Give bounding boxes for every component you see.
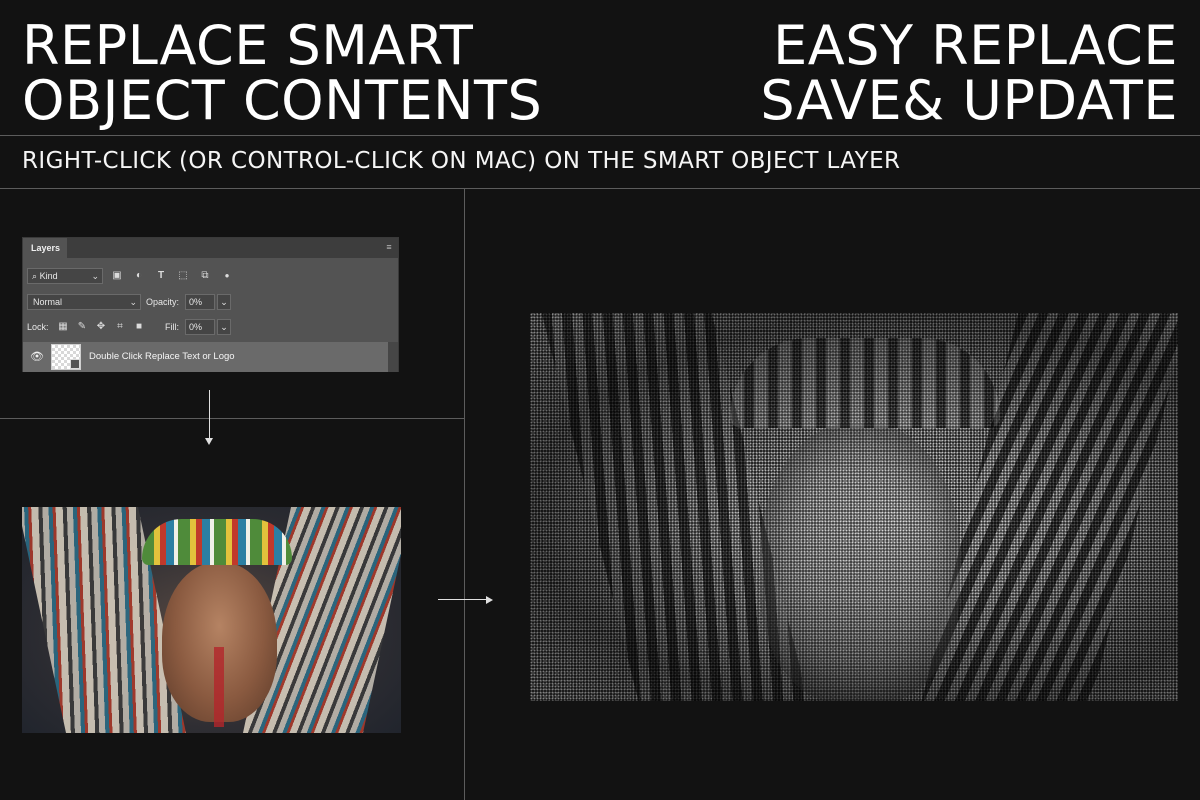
- arrow-down-line: [209, 390, 210, 440]
- eye-icon[interactable]: 👁: [30, 350, 44, 364]
- filter-row: ⌕ Kind ⌄ ▣ ◐ T ⬚ ⧉ ●: [27, 268, 392, 284]
- fill-input[interactable]: 0%: [185, 319, 215, 335]
- blend-mode-select[interactable]: Normal ⌄: [27, 294, 141, 310]
- halftone-vignette: [530, 313, 1178, 701]
- divider-vertical: [464, 188, 465, 800]
- divider-top: [0, 135, 1200, 136]
- face-paint: [214, 647, 224, 727]
- layers-scrollbar[interactable]: [388, 342, 398, 372]
- headline-left: REPLACE SMART OBJECT CONTENTS: [22, 18, 542, 128]
- layer-row[interactable]: 👁 Double Click Replace Text or Logo: [23, 342, 388, 372]
- layer-thumbnail[interactable]: [51, 344, 81, 370]
- toggle-filter-icon[interactable]: ●: [221, 270, 233, 282]
- headline-right-line1: EASY REPLACE: [773, 14, 1178, 77]
- blend-row: Normal ⌄ Opacity: 0% ⌄: [27, 294, 392, 310]
- portrait-halftone-photo: [530, 313, 1178, 701]
- smart-object-badge-icon: [70, 359, 80, 369]
- headline-left-line1: REPLACE SMART: [22, 14, 474, 77]
- type-filter-icon[interactable]: T: [155, 270, 167, 282]
- lock-row: Lock: ▦ ✎ ✥ ⌗ ■ Fill: 0% ⌄: [27, 319, 392, 335]
- arrow-down-icon: [205, 438, 213, 445]
- kind-filter-label: Kind: [39, 271, 58, 281]
- lock-artboard-icon[interactable]: ⌗: [114, 321, 126, 333]
- lock-all-icon[interactable]: ■: [133, 321, 145, 333]
- shape-filter-icon[interactable]: ⬚: [177, 270, 189, 282]
- menu-lines-icon[interactable]: ≡: [384, 243, 394, 252]
- beaded-headband: [142, 519, 292, 565]
- image-filter-icon[interactable]: ▣: [111, 270, 123, 282]
- layers-panel: Layers ≡ ⌕ Kind ⌄ ▣ ◐ T ⬚ ⧉ ● Normal ⌄ O…: [22, 237, 399, 372]
- opacity-input[interactable]: 0%: [185, 294, 215, 310]
- smart-object-filter-icon[interactable]: ⧉: [199, 270, 211, 282]
- tab-layers[interactable]: Layers: [23, 238, 67, 258]
- headline-left-line2: OBJECT CONTENTS: [22, 69, 543, 132]
- panel-tabbar: Layers ≡: [23, 238, 398, 258]
- portrait-color-photo: [22, 507, 401, 733]
- blend-mode-label: Normal: [33, 297, 63, 307]
- lock-label: Lock:: [27, 322, 49, 332]
- fill-label: Fill:: [165, 322, 179, 332]
- lock-transparent-icon[interactable]: ▦: [57, 321, 69, 333]
- lock-brush-icon[interactable]: ✎: [76, 321, 88, 333]
- subtitle: RIGHT-CLICK (OR CONTROL-CLICK ON MAC) ON…: [22, 148, 901, 174]
- search-icon: ⌕: [32, 271, 38, 281]
- chevron-down-icon: ⌄: [91, 271, 99, 281]
- chevron-down-icon[interactable]: ⌄: [217, 294, 231, 310]
- headline-right: EASY REPLACE SAVE& UPDATE: [760, 18, 1178, 128]
- opacity-label: Opacity:: [146, 297, 180, 307]
- kind-filter-select[interactable]: ⌕ Kind ⌄: [27, 268, 103, 284]
- adjustment-filter-icon[interactable]: ◐: [133, 270, 145, 282]
- chevron-down-icon[interactable]: ⌄: [217, 319, 231, 335]
- chevron-down-icon: ⌄: [129, 297, 137, 307]
- divider-left-panel: [0, 418, 465, 419]
- divider-mid: [0, 188, 1200, 189]
- lock-move-icon[interactable]: ✥: [95, 321, 107, 333]
- arrow-right-line: [438, 599, 488, 600]
- headline-right-line2: SAVE& UPDATE: [760, 69, 1178, 132]
- layer-name: Double Click Replace Text or Logo: [89, 351, 235, 362]
- arrow-right-icon: [486, 596, 493, 604]
